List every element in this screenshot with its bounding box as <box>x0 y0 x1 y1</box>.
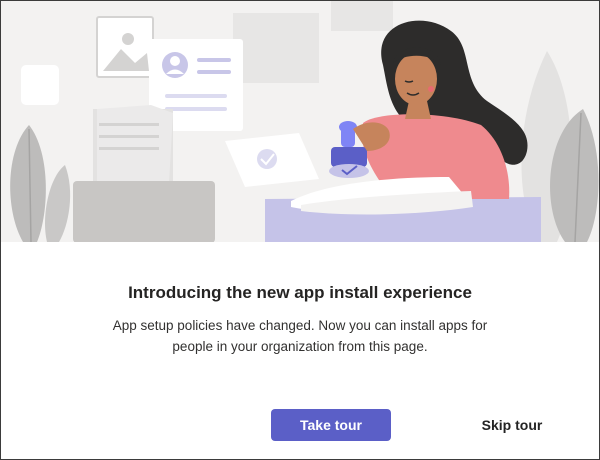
dialog-description: App setup policies have changed. Now you… <box>112 318 488 354</box>
leaf-icon <box>10 125 71 242</box>
face <box>395 53 437 105</box>
grey-box <box>73 181 215 242</box>
image-icon <box>96 16 154 78</box>
background-tile <box>331 1 393 31</box>
tour-dialog: Introducing the new app install experien… <box>0 0 600 460</box>
hero-illustration <box>1 1 599 242</box>
take-tour-button[interactable]: Take tour <box>271 409 391 441</box>
background-tile <box>21 65 59 105</box>
paper-sheet <box>225 133 319 187</box>
earring <box>428 86 434 92</box>
skip-tour-button[interactable]: Skip tour <box>467 409 557 441</box>
document-stack <box>93 105 173 183</box>
dialog-title: Introducing the new app install experien… <box>128 283 472 302</box>
background-tile <box>233 13 319 83</box>
